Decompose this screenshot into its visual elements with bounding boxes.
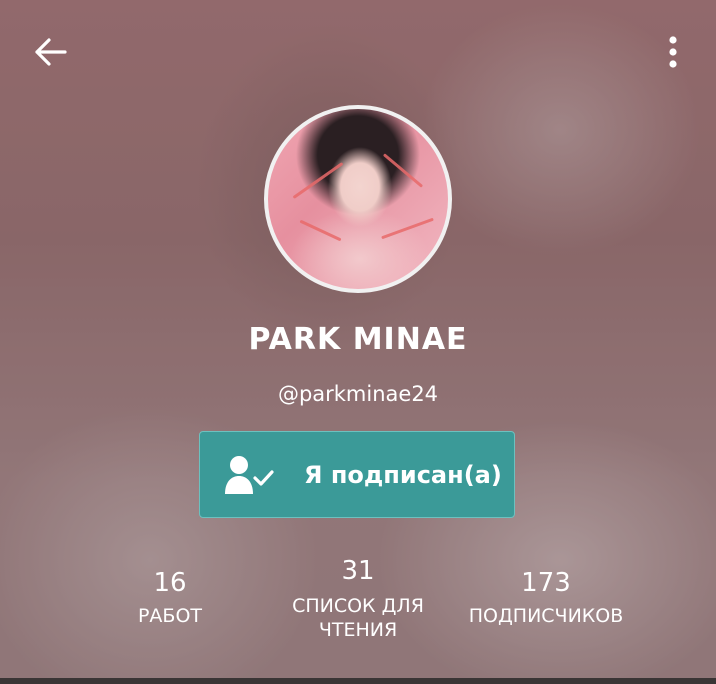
profile-name: PARK MINAE (248, 322, 468, 357)
avatar-detail (292, 162, 344, 199)
stat-followers-value: 173 (521, 568, 571, 598)
back-button[interactable] (30, 32, 70, 72)
following-button[interactable]: Я подписан(а) (199, 431, 515, 518)
stat-followers-label: ПОДПИСЧИКОВ (468, 605, 624, 627)
user-check-icon (225, 456, 274, 494)
stat-reading-list-value: 31 (341, 556, 375, 586)
avatar-detail (299, 219, 342, 242)
avatar[interactable] (264, 105, 452, 293)
profile-handle: @parkminae24 (277, 382, 439, 406)
stat-reading-list-label-line1: СПИСОК ДЛЯ (292, 595, 424, 617)
more-vertical-icon (669, 36, 677, 68)
following-button-label: Я подписан(а) (304, 461, 502, 489)
stat-reading-list-label-line2: ЧТЕНИЯ (318, 619, 398, 641)
avatar-detail (382, 153, 424, 188)
stat-works-label: РАБОТ (137, 605, 203, 627)
bottom-divider (0, 678, 716, 684)
arrow-left-icon (35, 38, 67, 66)
more-options-button[interactable] (656, 32, 690, 72)
stat-works-value: 16 (153, 568, 187, 598)
stat-works[interactable]: 16 РАБОТ (110, 568, 230, 628)
stat-followers[interactable]: 173 ПОДПИСЧИКОВ (446, 568, 646, 628)
avatar-detail (381, 217, 434, 240)
stat-reading-list[interactable]: 31 СПИСОК ДЛЯ ЧТЕНИЯ (268, 556, 448, 642)
